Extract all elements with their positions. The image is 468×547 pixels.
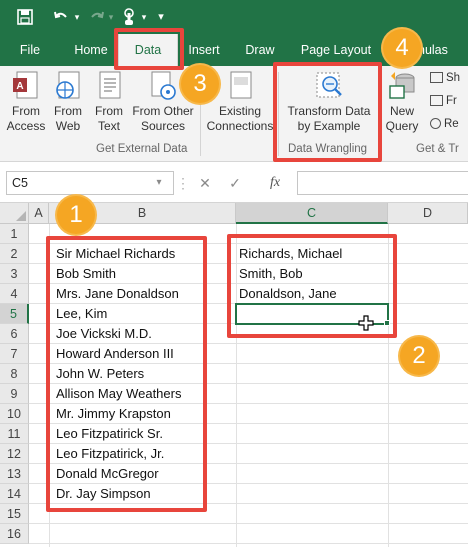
- from-table-button[interactable]: Fr: [430, 95, 457, 107]
- row-header-2[interactable]: 2: [0, 244, 29, 264]
- group-get-transform: Get & Tr: [416, 143, 459, 155]
- callout-data-tab: [114, 28, 184, 70]
- existing-connections-label: Existing Connections: [206, 104, 274, 133]
- row-header-6[interactable]: 6: [0, 324, 29, 344]
- callout-data-wrangling: [273, 62, 382, 162]
- undo-dropdown-icon[interactable]: ▾: [72, 5, 82, 29]
- row-header-7[interactable]: 7: [0, 344, 29, 364]
- recent-sources-button[interactable]: Re: [430, 118, 459, 130]
- select-all-icon: [16, 211, 26, 221]
- table-icon: [430, 72, 443, 84]
- drag-handle-icon[interactable]: ⋮: [176, 171, 190, 195]
- callout-column-b: [46, 236, 207, 512]
- row-header-4[interactable]: 4: [0, 284, 29, 304]
- group-get-external-data: Get External Data: [96, 143, 188, 155]
- clock-icon: [430, 118, 441, 130]
- column-header-d[interactable]: D: [388, 203, 468, 224]
- column-header-a[interactable]: A: [29, 203, 49, 224]
- from-other-sources-label: From Other Sources: [132, 104, 194, 133]
- row-header-15[interactable]: 15: [0, 504, 29, 524]
- from-web-label: From Web: [54, 104, 82, 133]
- row-header-1[interactable]: 1: [0, 224, 29, 244]
- undo-icon[interactable]: [50, 5, 72, 29]
- badge-2: 2: [400, 337, 438, 375]
- insert-function-icon[interactable]: fx: [262, 171, 288, 195]
- grid-line: [29, 523, 468, 524]
- badge-1: 1: [57, 196, 95, 234]
- row-header-9[interactable]: 9: [0, 384, 29, 404]
- touch-mode-icon[interactable]: [118, 5, 140, 29]
- enter-icon[interactable]: ✓: [222, 171, 248, 195]
- tab-file[interactable]: File: [8, 34, 52, 66]
- grid-line: [29, 543, 468, 544]
- other-sources-icon: [151, 71, 176, 100]
- connections-icon: [230, 71, 252, 99]
- row-header-5[interactable]: 5: [0, 304, 29, 324]
- row-header-3[interactable]: 3: [0, 264, 29, 284]
- ribbon-data: A From Access From Web From Text From Ot…: [0, 66, 468, 162]
- select-all-corner[interactable]: [0, 203, 29, 224]
- row-header-16[interactable]: 16: [0, 524, 29, 544]
- callout-column-c: [227, 234, 397, 338]
- row-header-8[interactable]: 8: [0, 364, 29, 384]
- formula-input[interactable]: [297, 171, 468, 195]
- row-header-14[interactable]: 14: [0, 484, 29, 504]
- access-icon: A: [13, 71, 38, 99]
- row-header-13[interactable]: 13: [0, 464, 29, 484]
- from-table-label: Fr: [446, 95, 457, 107]
- show-queries-label: Sh: [446, 72, 461, 84]
- cancel-icon[interactable]: ✕: [192, 171, 218, 195]
- row-header-10[interactable]: 10: [0, 404, 29, 424]
- svg-text:A: A: [16, 81, 23, 92]
- tab-insert[interactable]: Insert: [180, 34, 228, 66]
- row-header-12[interactable]: 12: [0, 444, 29, 464]
- touch-dropdown-icon[interactable]: ▾: [139, 5, 149, 29]
- text-file-icon: [99, 71, 121, 99]
- web-icon: [56, 71, 80, 99]
- from-access-label: From Access: [6, 104, 46, 133]
- from-access-button[interactable]: A From Access: [4, 70, 48, 134]
- new-query-label: New Query: [385, 104, 419, 133]
- save-icon[interactable]: [14, 5, 36, 29]
- column-header-c[interactable]: C: [236, 203, 388, 224]
- from-web-button[interactable]: From Web: [48, 70, 88, 134]
- tab-formulas[interactable]: nulas: [418, 34, 468, 66]
- tab-home[interactable]: Home: [66, 34, 116, 66]
- redo-dropdown-icon[interactable]: ▾: [106, 5, 116, 29]
- customize-toolbar-icon[interactable]: ▾: [155, 5, 167, 29]
- table-icon: [430, 95, 443, 107]
- from-text-button[interactable]: From Text: [90, 70, 128, 134]
- recent-sources-label: Re: [444, 118, 459, 130]
- show-queries-button[interactable]: Sh: [430, 72, 460, 84]
- badge-3: 3: [181, 65, 219, 103]
- new-query-button[interactable]: New Query: [382, 70, 422, 134]
- new-query-icon: [389, 72, 415, 99]
- name-box-dropdown-icon[interactable]: ▾: [146, 171, 172, 195]
- badge-4: 4: [383, 29, 421, 67]
- row-header-11[interactable]: 11: [0, 424, 29, 444]
- redo-icon[interactable]: [86, 5, 108, 29]
- from-text-label: From Text: [95, 104, 123, 133]
